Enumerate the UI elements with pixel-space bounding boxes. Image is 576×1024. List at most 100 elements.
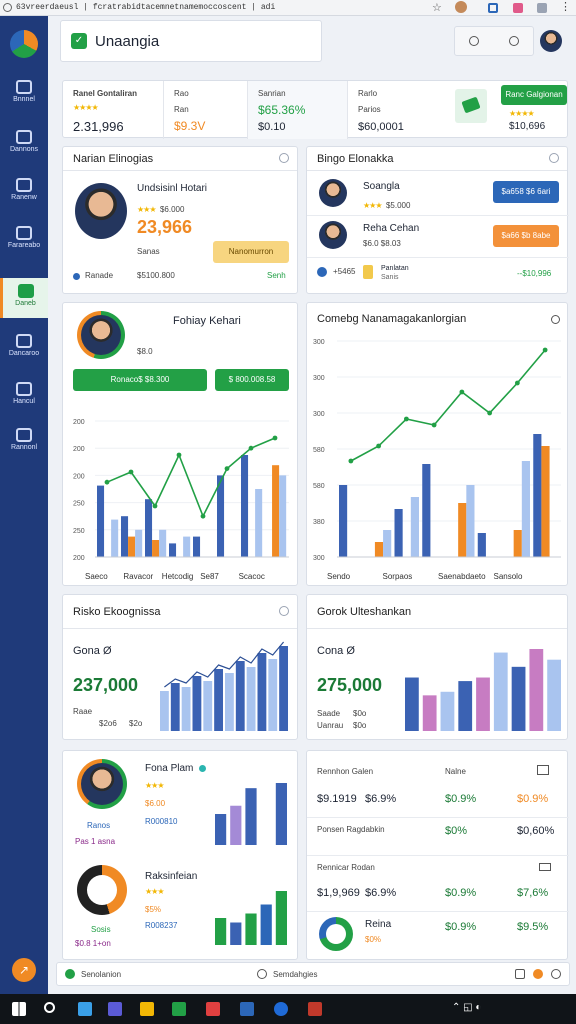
rocket-icon[interactable]: ↗: [12, 958, 36, 982]
graduation-icon: [16, 334, 32, 348]
secondary-button[interactable]: $ 800.008.58: [215, 369, 289, 391]
profile-icon[interactable]: [455, 1, 467, 13]
bar: [230, 922, 242, 945]
extension-icon[interactable]: [513, 3, 523, 13]
star-icon[interactable]: ☆: [432, 1, 442, 14]
bar: [257, 653, 267, 731]
contact-action-button[interactable]: $a658 $6 6ari: [493, 181, 559, 203]
app-icon[interactable]: [172, 1002, 186, 1016]
search-icon[interactable]: [469, 36, 479, 46]
card-title: Gorok Ulteshankan: [317, 606, 412, 618]
search-icon[interactable]: [44, 1002, 55, 1013]
chat-icon[interactable]: [515, 969, 525, 979]
y-tick-label: 250: [73, 528, 85, 535]
bar: [511, 666, 526, 731]
bar: [245, 788, 257, 845]
contact-name: Reha Cehan: [363, 223, 420, 234]
bar: [241, 455, 249, 557]
contact-action-button[interactable]: $a66 $b 8abe: [493, 225, 559, 247]
calendar-icon[interactable]: [537, 765, 549, 775]
bar: [405, 677, 419, 731]
line-point: [459, 389, 465, 395]
bar: [193, 536, 201, 557]
reload-icon[interactable]: [3, 3, 12, 12]
table-card: Rennhon Galen Nalne $9.1919 $6.9% $0.9% …: [306, 750, 569, 960]
sidebar-item-ranenw[interactable]: Ranenw: [0, 172, 48, 212]
app-icon[interactable]: [140, 1002, 154, 1016]
app-icon[interactable]: [308, 1002, 322, 1016]
menu-icon[interactable]: ⋮: [560, 0, 571, 13]
sidebar-item-hancul[interactable]: Hancul: [0, 376, 48, 416]
bar: [268, 659, 278, 731]
globe-icon: [317, 267, 327, 277]
metric-label: Gona Ø: [73, 645, 112, 657]
person-avatar: [319, 179, 347, 207]
y-tick-label: 300: [313, 555, 325, 562]
y-tick-label: 300: [313, 339, 325, 346]
bar: [493, 652, 508, 731]
bar: [476, 677, 490, 731]
y-tick-label: 300: [313, 375, 325, 382]
table-cell: $7,6%: [517, 887, 549, 899]
card-sub: $8.0: [137, 347, 153, 356]
bar: [214, 669, 223, 731]
metric-value: 237,000: [73, 675, 139, 695]
app-icon[interactable]: [274, 1002, 288, 1016]
bar: [547, 659, 561, 731]
kpi-action-button[interactable]: Ranc Galgionan: [501, 85, 567, 105]
y-tick-label: 200: [73, 555, 85, 562]
metric-foot: $2o: [129, 719, 143, 728]
contact-name: Soangla: [363, 181, 400, 192]
app-icon[interactable]: [240, 1002, 254, 1016]
settings-icon[interactable]: [279, 606, 289, 616]
performance-card: Fohiay Kehari $8.0 Ronaco$ $8.300 $ 800.…: [62, 302, 298, 586]
member-tag: Pas 1 asna: [75, 837, 116, 846]
tray-icons[interactable]: ⌃ ◱ ◐: [452, 1002, 481, 1013]
bar: [410, 497, 419, 557]
kpi-card: Ranel Gontaliran ★★★★ 2.31,996: [63, 81, 163, 139]
bar: [245, 913, 257, 945]
sidebar-item-dancaroo[interactable]: Dancaroo: [0, 328, 48, 368]
extension-icon[interactable]: [488, 3, 498, 13]
sidebar-item-bnnnel[interactable]: Bnnnel: [0, 74, 48, 114]
extension-icon[interactable]: [537, 3, 547, 13]
settings-icon[interactable]: [279, 153, 289, 163]
y-tick-label: 200: [73, 473, 85, 480]
search-icon[interactable]: [551, 315, 560, 324]
app-logo: [10, 30, 38, 58]
url-field[interactable]: 63vreerdaeusl | fcratrabidtacemnetnamemo…: [16, 2, 426, 14]
metric-foot: Uanrau: [317, 721, 344, 730]
person-avatar: [81, 315, 121, 355]
kpi-sub: $9.3V: [174, 119, 206, 133]
bar: [458, 503, 467, 557]
table-cell: $0.9%: [445, 887, 477, 899]
sidebar-item-rannonl[interactable]: Rannonl: [0, 422, 48, 462]
user-avatar[interactable]: [540, 30, 562, 52]
sidebar: Bnnnel Dannons Ranenw Farareabo Daneb Da…: [0, 16, 48, 994]
settings-icon[interactable]: [551, 969, 561, 979]
footer-value: +5465: [333, 267, 356, 276]
bar: [383, 530, 392, 557]
bar: [521, 461, 530, 557]
sidebar-item-farareabo[interactable]: Farareabo: [0, 220, 48, 260]
sidebar-item-dannons[interactable]: Dannons: [0, 124, 48, 164]
card-title: Bingo Elonakka: [317, 153, 394, 165]
line-point: [348, 458, 354, 464]
bell-icon[interactable]: [509, 36, 519, 46]
member-name: Raksinfeian: [145, 871, 198, 882]
member-code: R000810: [145, 817, 178, 826]
primary-button[interactable]: Ronaco$ $8.300: [73, 369, 207, 391]
app-icon[interactable]: [108, 1002, 122, 1016]
footer-label[interactable]: Senolanion: [81, 970, 121, 979]
settings-icon[interactable]: [549, 153, 559, 163]
app-icon[interactable]: [206, 1002, 220, 1016]
notification-icon[interactable]: [533, 969, 543, 979]
app-icon[interactable]: [78, 1002, 92, 1016]
start-icon[interactable]: [12, 1002, 26, 1016]
contact-sub: $5.000: [385, 201, 411, 210]
bar: [279, 646, 288, 731]
sidebar-item-daneb[interactable]: Daneb: [0, 278, 48, 318]
gear-icon[interactable]: [539, 863, 551, 871]
action-button[interactable]: Nanomurron: [213, 241, 289, 263]
footer-label[interactable]: Semdahgies: [273, 970, 317, 979]
